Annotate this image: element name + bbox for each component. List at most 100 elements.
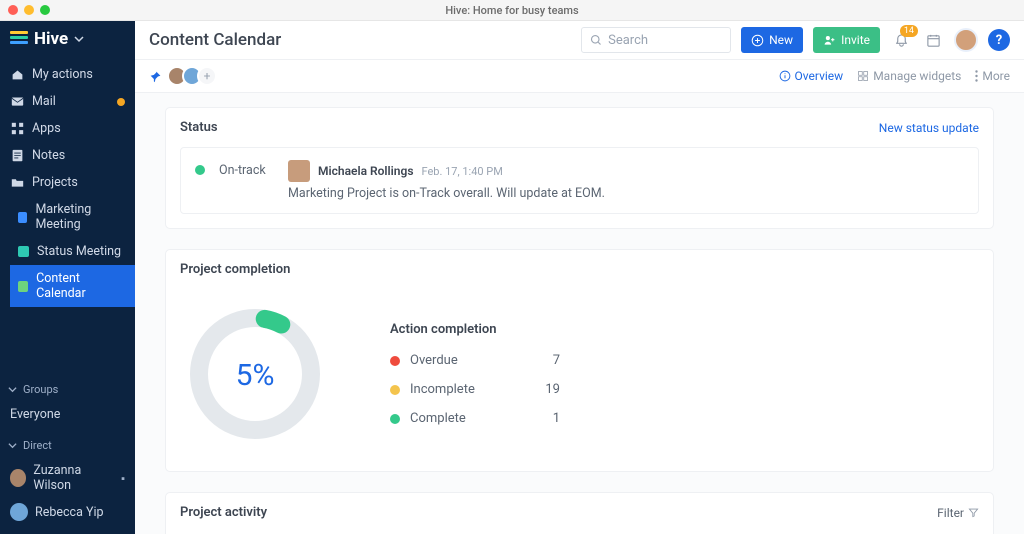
topbar: Content Calendar Search New Invite 14 ? <box>135 21 1024 60</box>
apps-icon <box>10 122 24 136</box>
person-name: Zuzanna Wilson <box>33 463 114 493</box>
overview-link[interactable]: Overview <box>779 69 844 83</box>
widget-icon <box>857 70 869 82</box>
more-icon <box>975 70 978 82</box>
legend-dot-icon <box>390 385 400 395</box>
content-area[interactable]: Status New status update On-track Michae… <box>135 93 1024 534</box>
home-icon <box>10 68 24 82</box>
legend-dot-icon <box>390 356 400 366</box>
status-message: Marketing Project is on-Track overall. W… <box>288 186 964 201</box>
search-placeholder: Search <box>608 33 648 48</box>
minimize-window-icon[interactable] <box>24 5 34 15</box>
filter-button[interactable]: Filter <box>937 506 979 520</box>
status-label: On-track <box>219 163 274 201</box>
notification-count: 14 <box>900 25 918 37</box>
avatar <box>10 469 26 487</box>
status-icon: ▪ <box>121 472 125 485</box>
window-title: Hive: Home for busy teams <box>445 4 578 17</box>
section-label: Direct <box>23 439 52 452</box>
status-entry: On-track Michaela Rollings Feb. 17, 1:40… <box>180 147 979 214</box>
more-menu[interactable]: More <box>975 69 1010 83</box>
sidebar-section-groups[interactable]: Groups <box>0 379 135 400</box>
completion-card: Project completion 5% Action completion … <box>165 249 994 472</box>
chevron-down-icon <box>8 441 17 450</box>
filter-icon <box>968 507 979 518</box>
close-window-icon[interactable] <box>8 5 18 15</box>
project-list: Marketing Meeting Status Meeting Content… <box>0 196 135 307</box>
brand-name: Hive <box>34 29 68 49</box>
maximize-window-icon[interactable] <box>40 5 50 15</box>
link-label: More <box>982 69 1010 83</box>
project-label: Status Meeting <box>37 244 121 259</box>
search-input[interactable]: Search <box>581 27 731 53</box>
legend-row-incomplete: Incomplete 19 <box>390 382 560 397</box>
button-label: Invite <box>841 33 870 47</box>
sidebar-nav: My actions Mail Apps Notes Projects <box>0 57 135 307</box>
sidebar-item-label: Mail <box>32 94 56 109</box>
invite-button[interactable]: Invite <box>813 27 880 53</box>
user-avatar[interactable] <box>954 28 978 52</box>
chevron-down-icon <box>74 34 84 44</box>
group-list: Everyone <box>0 400 135 435</box>
project-label: Content Calendar <box>36 271 125 301</box>
project-item-content-calendar[interactable]: Content Calendar <box>10 265 135 307</box>
sidebar-item-apps[interactable]: Apps <box>0 115 135 142</box>
sidebar-item-my-actions[interactable]: My actions <box>0 61 135 88</box>
sidebar-section-direct[interactable]: Direct <box>0 435 135 456</box>
sidebar: Hive My actions Mail Apps Notes <box>0 21 135 534</box>
section-label: Groups <box>23 383 58 396</box>
sidebar-item-projects[interactable]: Projects <box>0 169 135 196</box>
person-plus-icon <box>823 34 836 47</box>
project-color-icon <box>18 212 27 223</box>
legend-dot-icon <box>390 414 400 424</box>
avatar <box>288 160 310 182</box>
mail-icon <box>10 95 24 109</box>
sidebar-item-label: My actions <box>32 67 93 82</box>
unread-badge <box>117 98 125 106</box>
window-controls[interactable] <box>0 5 50 15</box>
project-item-status-meeting[interactable]: Status Meeting <box>10 238 135 265</box>
project-color-icon <box>18 246 29 257</box>
legend-row-overdue: Overdue 7 <box>390 353 560 368</box>
legend-label: Overdue <box>410 353 458 368</box>
direct-item[interactable]: Rebecca Yip <box>0 498 135 526</box>
direct-list: Zuzanna Wilson ▪ Rebecca Yip <box>0 456 135 534</box>
activity-card: Project activity Filter Today <box>165 492 994 534</box>
project-members[interactable]: + <box>172 66 217 86</box>
brand-logo-icon <box>10 31 28 47</box>
group-item-everyone[interactable]: Everyone <box>0 402 135 427</box>
sidebar-item-notes[interactable]: Notes <box>0 142 135 169</box>
brand[interactable]: Hive <box>0 21 135 57</box>
new-status-link[interactable]: New status update <box>879 121 979 135</box>
subbar: + Overview Manage widgets More <box>135 60 1024 93</box>
manage-widgets-link[interactable]: Manage widgets <box>857 69 961 83</box>
calendar-icon <box>926 33 941 48</box>
main-panel: Content Calendar Search New Invite 14 ? <box>135 21 1024 534</box>
calendar-button[interactable] <box>922 29 944 51</box>
notifications-button[interactable]: 14 <box>890 29 912 51</box>
project-color-icon <box>18 281 28 292</box>
add-member-button[interactable]: + <box>197 66 217 86</box>
help-button[interactable]: ? <box>988 29 1010 51</box>
legend-value: 19 <box>545 382 560 397</box>
donut-center-value: 5% <box>236 358 275 393</box>
group-label: Everyone <box>10 407 60 422</box>
legend-label: Incomplete <box>410 382 475 397</box>
sidebar-item-label: Notes <box>32 148 65 163</box>
card-title: Project completion <box>180 262 290 277</box>
project-item-marketing-meeting[interactable]: Marketing Meeting <box>10 196 135 238</box>
new-button[interactable]: New <box>741 27 803 53</box>
sidebar-item-mail[interactable]: Mail <box>0 88 135 115</box>
legend-value: 7 <box>553 353 560 368</box>
completion-donut-chart: 5% <box>180 299 330 449</box>
legend-label: Complete <box>410 411 466 426</box>
avatar <box>10 503 28 521</box>
info-icon <box>779 70 791 82</box>
chevron-down-icon <box>8 385 17 394</box>
card-title: Project activity <box>180 505 267 520</box>
plus-circle-icon <box>751 34 764 47</box>
direct-item[interactable]: Zuzanna Wilson ▪ <box>0 458 135 498</box>
notes-icon <box>10 149 24 163</box>
pin-button[interactable] <box>149 70 162 83</box>
button-label: New <box>769 33 793 47</box>
